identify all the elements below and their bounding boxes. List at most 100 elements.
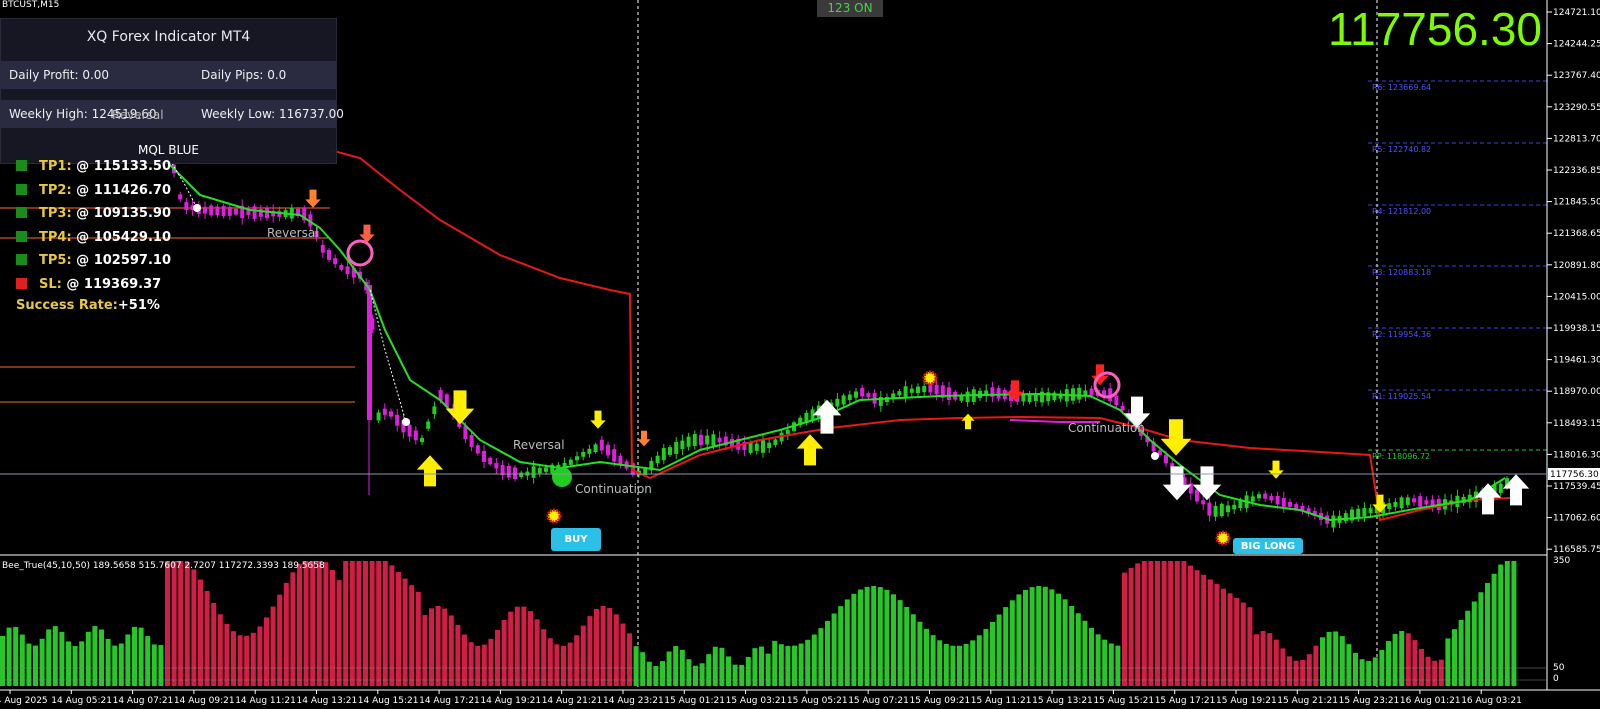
histogram-bar	[1320, 637, 1325, 686]
candle-body	[606, 444, 610, 456]
candle-body	[184, 202, 189, 211]
histogram-bar	[1221, 588, 1226, 686]
price-tick-label: 123767.40	[1553, 71, 1600, 81]
on-badge[interactable]: 123 ON	[817, 0, 883, 17]
candle-body	[537, 467, 542, 474]
histogram-bar	[897, 600, 903, 686]
histogram-bar	[910, 614, 916, 686]
histogram-bar	[864, 586, 870, 686]
indicator-histogram	[0, 561, 1517, 686]
histogram-bar	[1280, 648, 1286, 686]
target-row: TP1: @ 115133.50	[16, 159, 171, 174]
candle-body	[996, 388, 1001, 399]
histogram-bar	[1353, 652, 1358, 686]
reversal-label: Reversal	[513, 438, 565, 452]
histogram-bar	[1471, 601, 1477, 686]
time-tick-label: 14 Aug 09:21	[174, 696, 235, 706]
histogram-bar	[1141, 561, 1147, 686]
histogram-bar	[39, 638, 45, 686]
histogram-bar	[85, 631, 91, 686]
panel-title: XQ Forex Indicator MT4	[86, 29, 251, 45]
buy-signal-button[interactable]: BUY	[551, 528, 601, 551]
candle-body	[1288, 501, 1292, 507]
histogram-bar	[1135, 563, 1141, 686]
histogram-bar	[488, 638, 494, 686]
candle-body	[265, 208, 269, 219]
histogram-bar	[501, 620, 507, 686]
histogram-bar	[1260, 631, 1266, 686]
histogram-bar	[1399, 631, 1405, 686]
histogram-bar	[1042, 586, 1048, 686]
time-tick-label: 14 Aug 19:21	[480, 696, 541, 706]
histogram-bar	[772, 640, 778, 686]
candle-body	[1331, 515, 1336, 528]
histogram-bar	[943, 643, 949, 686]
histogram-bar	[587, 616, 593, 686]
histogram-bar	[1511, 561, 1517, 686]
histogram-bar	[594, 608, 599, 686]
histogram-bar	[825, 620, 830, 686]
candle-body	[1387, 503, 1392, 509]
candle-body	[1412, 498, 1416, 503]
histogram-bar	[198, 579, 203, 686]
histogram-bar	[1465, 610, 1471, 686]
histogram-bar	[1326, 631, 1332, 686]
candle-body	[407, 424, 412, 437]
candle-body	[785, 429, 790, 434]
target-row: TP3: @ 109135.90	[16, 206, 171, 221]
histogram-bar	[818, 628, 824, 686]
target-marker	[16, 207, 27, 218]
histogram-bar	[1194, 570, 1200, 686]
histogram-bar	[422, 614, 428, 686]
candle-body	[333, 258, 338, 265]
histogram-bar	[1181, 561, 1187, 686]
histogram-bar	[277, 594, 283, 686]
histogram-bar	[224, 623, 230, 686]
price-tick-label: 117539.45	[1553, 482, 1600, 492]
histogram-bar	[1293, 660, 1299, 686]
time-tick-label: 14 Aug 07:21	[113, 696, 174, 706]
price-tick-label: 124721.10	[1553, 8, 1600, 18]
candle-body	[1201, 500, 1206, 505]
histogram-bar	[627, 633, 632, 686]
buy-arrow-icon	[796, 434, 824, 466]
histogram-bar	[1412, 640, 1418, 686]
sell-arrow-icon	[1160, 419, 1192, 456]
candle-body	[680, 440, 685, 450]
histogram-bar	[1306, 654, 1312, 686]
time-tick-label: 15 Aug 13:21	[1032, 696, 1093, 706]
histogram-bar	[924, 628, 929, 686]
histogram-bar	[1372, 657, 1378, 686]
price-tick-label: 118493.15	[1553, 419, 1600, 429]
candle-body	[1213, 505, 1218, 517]
big-long-signal-button[interactable]: BIG LONG	[1233, 538, 1303, 554]
candle-body	[413, 430, 418, 441]
buy-arrow-icon	[416, 455, 444, 487]
histogram-bar	[402, 578, 408, 686]
histogram-bar	[330, 569, 335, 686]
indicator-tick-label: 0	[1553, 674, 1559, 684]
histogram-bar	[891, 594, 896, 686]
histogram-bar	[455, 624, 461, 686]
target-marker	[16, 160, 27, 171]
histogram-bar	[1405, 633, 1411, 686]
histogram-bar	[653, 665, 659, 686]
histogram-bar	[1009, 600, 1015, 686]
histogram-bar	[745, 656, 751, 686]
histogram-bar	[1273, 639, 1279, 686]
candle-body	[234, 208, 238, 215]
histogram-bar	[204, 591, 210, 686]
histogram-bar	[851, 593, 857, 686]
histogram-bar	[613, 614, 619, 686]
candle-body	[934, 384, 939, 395]
success-rate-label: Success Rate:	[16, 298, 118, 313]
histogram-bar	[92, 626, 98, 686]
histogram-bar	[442, 608, 448, 686]
candle-body	[1226, 505, 1230, 513]
histogram-bar	[349, 561, 355, 686]
histogram-bar	[580, 625, 586, 686]
candle-body	[215, 206, 220, 216]
candle-body	[389, 411, 393, 417]
histogram-bar	[1089, 627, 1094, 686]
histogram-bar	[303, 561, 309, 686]
